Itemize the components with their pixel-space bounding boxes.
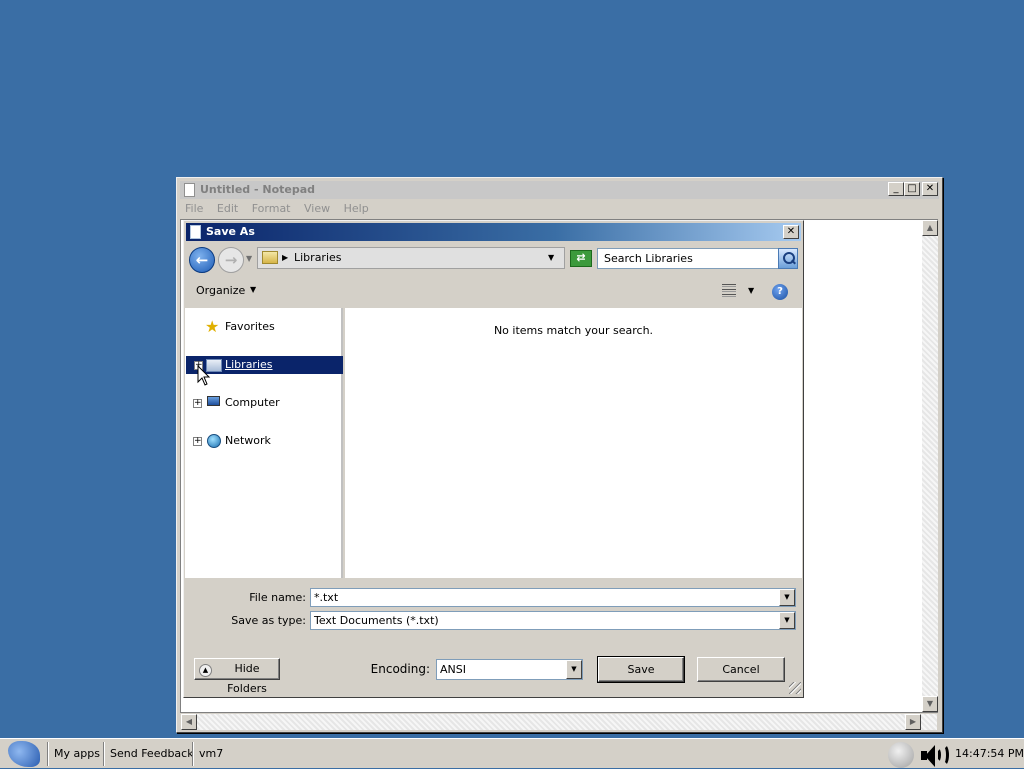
scroll-down-button[interactable]: ▼ [922,696,938,712]
tray-status-icon[interactable] [888,742,914,768]
dialog-title: Save As [206,225,255,238]
dialog-close-button[interactable]: ✕ [783,225,799,239]
views-chevron-icon[interactable]: ▼ [748,286,754,295]
vertical-scrollbar[interactable]: ▲ ▼ [922,220,938,712]
file-name-value: *.txt [314,591,339,604]
scroll-right-button[interactable]: ▶ [905,714,921,730]
hide-folders-button[interactable]: ▲ Hide Folders [194,658,280,695]
navigation-pane: ★ Favorites + Libraries + Computer + Net… [185,308,343,578]
address-bar[interactable]: ▶ Libraries ▼ [257,247,565,269]
notepad-title-bar[interactable]: Untitled - Notepad [180,181,939,199]
notepad-title: Untitled - Notepad [200,183,316,196]
expand-icon[interactable]: + [193,437,202,446]
file-name-label: File name: [249,591,306,604]
notepad-icon [190,225,201,239]
save-as-type-select[interactable]: Text Documents (*.txt) ▼ [310,611,796,630]
computer-icon [207,396,220,406]
tree-label-network: Network [225,434,271,447]
scroll-left-button[interactable]: ◀ [181,714,197,730]
views-icon[interactable] [720,283,738,299]
maximize-button[interactable]: □ [904,182,920,196]
chevron-down-icon[interactable]: ▼ [779,612,795,629]
start-logo-icon [8,741,40,767]
encoding-select[interactable]: ANSI ▼ [436,659,583,680]
chevron-down-icon[interactable]: ▼ [779,589,795,606]
save-button[interactable]: Save [597,656,685,683]
save-as-dialog: Save As ✕ ← → ▼ ▶ Libraries ▼ ⇄ Search L… [183,220,804,698]
navigation-bar: ← → ▼ ▶ Libraries ▼ ⇄ Search Libraries [186,244,801,276]
notepad-icon [184,183,195,197]
organize-button[interactable]: Organize [196,284,245,297]
resize-grip-icon[interactable] [789,682,801,694]
file-list-pane[interactable]: No items match your search. [345,308,802,578]
back-button[interactable]: ← [189,247,215,273]
network-icon [207,434,221,448]
expand-icon[interactable]: + [193,399,202,408]
menu-file[interactable]: File [185,202,203,215]
star-icon: ★ [205,317,220,336]
address-text: Libraries [294,251,342,264]
forward-button[interactable]: → [218,247,244,273]
recent-locations-chevron-icon[interactable]: ▼ [246,254,252,263]
save-options-panel: File name: *.txt ▼ Save as type: Text Do… [186,578,801,696]
taskbar-send-feedback[interactable]: Send Feedback [103,742,200,766]
save-as-type-value: Text Documents (*.txt) [314,614,439,627]
cancel-button[interactable]: Cancel [697,657,785,682]
menu-view[interactable]: View [304,202,330,215]
search-input[interactable]: Search Libraries [597,248,779,269]
tree-label-libraries: Libraries [225,358,273,371]
command-bar: Organize ▼ ▼ ? [186,277,801,307]
taskbar-vm-label: vm7 [192,742,229,766]
organize-chevron-icon[interactable]: ▼ [250,285,256,294]
minimize-button[interactable]: _ [888,182,904,196]
search-icon[interactable] [778,248,798,269]
refresh-icon[interactable]: ⇄ [570,250,592,267]
chevron-down-icon[interactable]: ▼ [566,660,582,679]
file-name-field[interactable]: *.txt ▼ [310,588,796,607]
help-icon[interactable]: ? [772,284,788,300]
tree-label-favorites: Favorites [225,320,275,333]
tree-label-computer: Computer [225,396,280,409]
menu-help[interactable]: Help [344,202,369,215]
hide-folders-label: Hide Folders [227,662,267,695]
search-placeholder: Search Libraries [604,252,693,265]
empty-message: No items match your search. [493,324,654,337]
volume-icon[interactable] [919,743,953,767]
notepad-close-button[interactable]: ✕ [922,182,938,196]
horizontal-scrollbar[interactable]: ◀ ▶ [181,714,937,730]
address-dropdown-icon[interactable]: ▼ [548,248,554,268]
menu-edit[interactable]: Edit [217,202,238,215]
taskbar-my-apps[interactable]: My apps [47,742,106,766]
library-folder-icon [262,251,278,264]
taskbar: My apps Send Feedback vm7 14:47:54 PM [0,738,1024,768]
dialog-title-bar[interactable]: Save As ✕ [186,223,801,241]
encoding-value: ANSI [440,663,466,676]
start-button[interactable] [0,739,46,769]
clock: 14:47:54 PM [955,747,1024,760]
notepad-menu-bar: File Edit Format View Help [180,200,374,218]
breadcrumb-arrow-icon[interactable]: ▶ [282,251,288,265]
menu-format[interactable]: Format [252,202,291,215]
encoding-label: Encoding: [370,662,430,676]
mouse-cursor-icon [197,365,211,386]
save-as-type-label: Save as type: [231,614,306,627]
scroll-up-button[interactable]: ▲ [922,220,938,236]
chevron-up-icon: ▲ [199,664,212,677]
